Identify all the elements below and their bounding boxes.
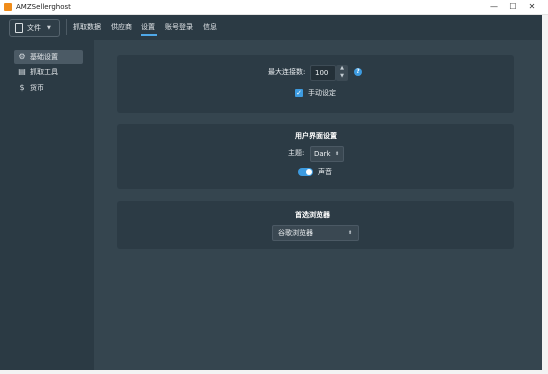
title-bar: AMZSellerghost — ☐ ✕ bbox=[0, 0, 548, 15]
minimize-button[interactable]: — bbox=[486, 0, 502, 14]
app-logo-icon bbox=[4, 3, 12, 11]
toggle-knob bbox=[306, 169, 312, 175]
sidebar-item-basic-settings[interactable]: ⚙ 基础设置 bbox=[14, 50, 83, 64]
help-icon[interactable]: ? bbox=[354, 68, 362, 76]
menu-item-settings[interactable]: 设置 bbox=[141, 23, 155, 31]
close-button[interactable]: ✕ bbox=[524, 0, 540, 14]
menu-item-account-login[interactable]: 账号登录 bbox=[165, 23, 193, 31]
browser-value: 谷歌浏览器 bbox=[278, 228, 313, 237]
manual-setting-label: 手动设定 bbox=[308, 89, 336, 97]
chevron-down-icon: ▼ bbox=[47, 25, 51, 31]
theme-select[interactable]: Dark ⬍ bbox=[310, 146, 344, 162]
document-icon bbox=[15, 23, 23, 33]
menu-item-info[interactable]: 信息 bbox=[203, 23, 217, 31]
browser-select[interactable]: 谷歌浏览器 ⬍ bbox=[272, 225, 359, 241]
file-menu-button[interactable]: 文件 ▼ bbox=[9, 19, 60, 37]
window-title: AMZSellerghost bbox=[16, 3, 71, 11]
theme-value: Dark bbox=[314, 149, 331, 158]
sidebar-item-label: 货币 bbox=[30, 84, 44, 92]
select-arrows-icon: ⬍ bbox=[348, 229, 353, 236]
file-menu-label: 文件 bbox=[27, 24, 41, 32]
max-connections-value: 100 bbox=[315, 68, 329, 77]
max-connections-stepper: ▲ ▼ bbox=[336, 65, 348, 81]
dollar-icon: $ bbox=[19, 83, 25, 92]
ui-settings-title: 用户界面设置 bbox=[295, 132, 337, 140]
menu-item-suppliers[interactable]: 供应商 bbox=[111, 23, 132, 31]
table-icon: ▤ bbox=[18, 67, 26, 76]
max-connections-label: 最大连接数: bbox=[268, 68, 306, 76]
select-arrows-icon: ⬍ bbox=[335, 150, 340, 157]
manual-setting-checkbox[interactable]: ✓ bbox=[295, 89, 303, 97]
maximize-button[interactable]: ☐ bbox=[505, 0, 521, 14]
sidebar-item-label: 抓取工具 bbox=[30, 68, 58, 76]
gear-icon: ⚙ bbox=[18, 52, 26, 61]
increment-button[interactable]: ▲ bbox=[336, 65, 348, 72]
theme-label: 主题: bbox=[288, 149, 305, 157]
menu-item-scrape-data[interactable]: 抓取数据 bbox=[73, 23, 101, 31]
connection-settings-card bbox=[117, 55, 514, 113]
window-border-bottom bbox=[0, 370, 548, 374]
window-border-right bbox=[542, 15, 548, 374]
sound-toggle[interactable] bbox=[298, 168, 313, 176]
active-menu-indicator bbox=[141, 34, 157, 36]
sidebar-item-currency[interactable]: $ 货币 bbox=[14, 81, 83, 95]
toolbar-divider bbox=[66, 19, 67, 35]
sidebar-item-label: 基础设置 bbox=[30, 53, 58, 61]
max-connections-input[interactable]: 100 bbox=[310, 65, 336, 81]
sound-label: 声音 bbox=[318, 168, 332, 176]
decrement-button[interactable]: ▼ bbox=[336, 73, 348, 80]
sidebar-item-scrape-tools[interactable]: ▤ 抓取工具 bbox=[14, 65, 83, 79]
preferred-browser-title: 首选浏览器 bbox=[295, 211, 330, 219]
